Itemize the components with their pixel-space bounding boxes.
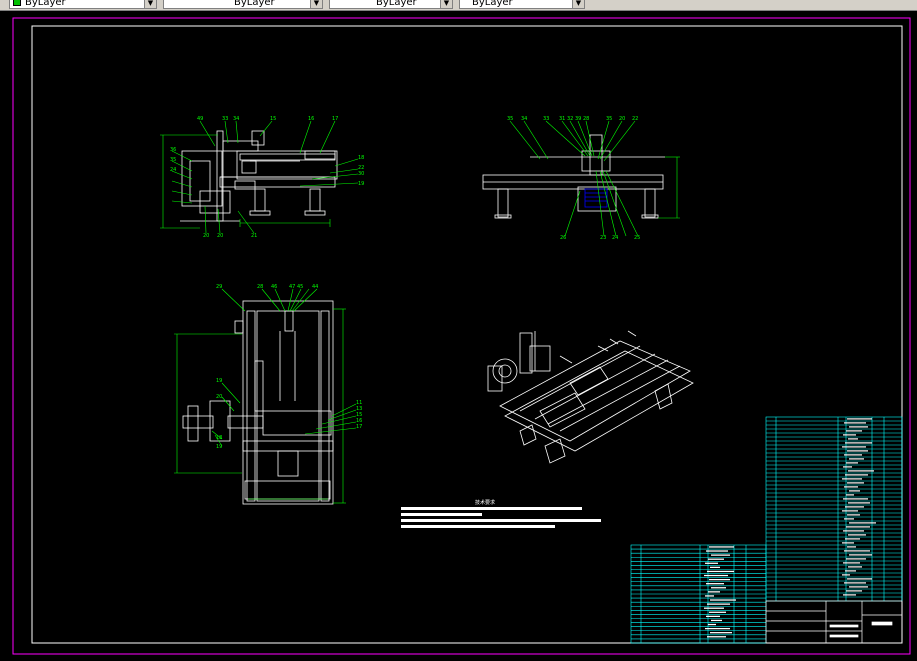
balloon-label: 33 <box>222 116 228 122</box>
balloon-label: 45 <box>297 284 303 290</box>
chevron-down-icon[interactable]: ▼ <box>144 0 156 8</box>
balloon-label: 19 <box>216 378 222 384</box>
balloon-label: 39 <box>575 116 581 122</box>
balloon-label: 31 <box>559 116 565 122</box>
plotstyle-combo-value: ByLayer <box>472 0 513 8</box>
balloon-label: 19 <box>358 181 364 187</box>
balloon-label: 26 <box>560 235 566 241</box>
linetype-combo-value: ByLayer <box>234 0 275 8</box>
balloon-label: 46 <box>271 284 277 290</box>
balloon-label: 44 <box>312 284 318 290</box>
balloon-label: 20 <box>203 233 209 239</box>
balloon-label: 35 <box>507 116 513 122</box>
balloon-label: 28 <box>257 284 263 290</box>
layout-border <box>12 17 911 655</box>
front-view-labels: 35 34 33 31 32 39 28 35 20 22 26 23 24 25 <box>507 116 640 241</box>
balloon-label: 25 <box>634 235 640 241</box>
balloon-label: 23 <box>600 235 606 241</box>
balloon-label: 36 <box>170 147 176 153</box>
front-view <box>482 134 665 219</box>
lineweight-combo[interactable]: ByLayer ▼ <box>329 0 453 9</box>
front-view-dimensions <box>509 120 680 237</box>
color-combo-value: ByLayer <box>25 0 66 8</box>
balloon-label: 22 <box>632 116 638 122</box>
lineweight-combo-value: ByLayer <box>376 0 417 8</box>
properties-toolbar: ByLayer ▼ ByLayer ▼ ByLayer ▼ ByLayer ▼ <box>0 0 917 11</box>
balloon-label: 32 <box>567 116 573 122</box>
balloon-label: 20 <box>619 116 625 122</box>
chevron-down-icon[interactable]: ▼ <box>572 0 584 8</box>
isometric-view <box>487 330 694 464</box>
front-view-hidden-part <box>584 188 608 208</box>
balloon-label: 49 <box>197 116 203 122</box>
balloon-label: 34 <box>521 116 527 122</box>
balloon-label: 21 <box>251 233 257 239</box>
plotstyle-combo[interactable]: ByLayer ▼ <box>459 0 585 9</box>
balloon-label: 30 <box>358 171 364 177</box>
linetype-combo[interactable]: ByLayer ▼ <box>163 0 323 9</box>
balloon-label: 18 <box>216 435 222 441</box>
chevron-down-icon[interactable]: ▼ <box>440 0 452 8</box>
balloon-label: 19 <box>216 444 222 450</box>
balloon-label: 33 <box>543 116 549 122</box>
balloon-label: 18 <box>358 155 364 161</box>
balloon-label: 17 <box>356 424 362 430</box>
technical-notes <box>401 507 601 528</box>
balloon-label: 24 <box>170 167 176 173</box>
balloon-label: 17 <box>332 116 338 122</box>
top-view <box>180 130 338 222</box>
balloon-label: 35 <box>606 116 612 122</box>
notes-heading: 技术要求 <box>475 499 495 506</box>
parts-list-lower <box>630 544 767 644</box>
sheet-border <box>31 25 903 644</box>
color-combo[interactable]: ByLayer ▼ <box>9 0 157 9</box>
balloon-label: 35 <box>170 157 176 163</box>
balloon-label: 24 <box>612 235 618 241</box>
title-block <box>765 600 903 644</box>
chevron-down-icon[interactable]: ▼ <box>310 0 322 8</box>
parts-list-upper <box>765 416 903 602</box>
balloon-label: 29 <box>216 284 222 290</box>
balloon-label: 20 <box>217 233 223 239</box>
balloon-label: 20 <box>216 394 222 400</box>
side-view <box>182 300 334 505</box>
balloon-label: 15 <box>270 116 276 122</box>
drawing-canvas[interactable]: 49 33 34 15 16 17 18 22 30 19 36 35 24 20 20 21 <box>0 11 917 657</box>
balloon-label: 16 <box>308 116 314 122</box>
color-swatch-icon <box>13 0 21 6</box>
balloon-label: 28 <box>583 116 589 122</box>
balloon-label: 34 <box>233 116 239 122</box>
balloon-label: 47 <box>289 284 295 290</box>
